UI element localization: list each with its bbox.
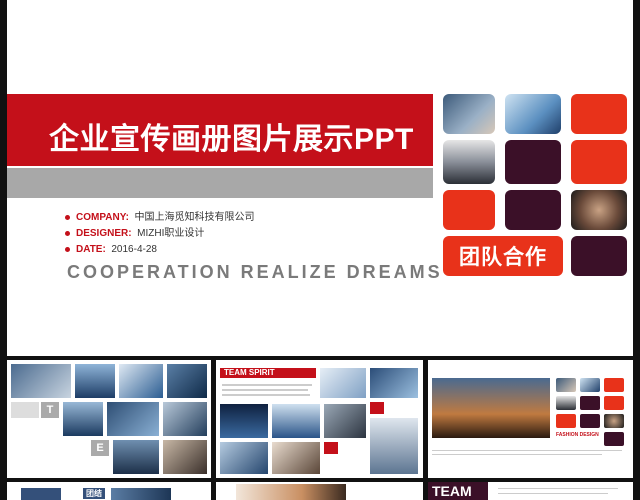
photo bbox=[370, 368, 418, 398]
slide-title: 企业宣传画册图片展示PPT bbox=[49, 123, 414, 156]
photo-team-hands bbox=[571, 190, 627, 230]
main-slide: 企业宣传画册图片展示PPT COMPANY: 中国上海觅知科技有限公司 DESI… bbox=[7, 0, 633, 356]
info-company: COMPANY: 中国上海觅知科技有限公司 bbox=[65, 210, 255, 226]
info-value: 2016-4-28 bbox=[111, 244, 157, 255]
photo-businesspeople bbox=[443, 140, 495, 184]
tile-orange bbox=[443, 190, 495, 230]
photo bbox=[167, 364, 207, 398]
photo bbox=[111, 488, 171, 500]
tile-purple bbox=[571, 236, 627, 276]
photo-graph bbox=[505, 94, 561, 134]
text-line bbox=[222, 389, 308, 391]
text-line bbox=[498, 488, 618, 489]
tile-orange bbox=[571, 94, 627, 134]
photo bbox=[370, 418, 418, 474]
thumb-label: 团结 bbox=[83, 488, 105, 499]
slogan: COOPERATION REALIZE DREAMS bbox=[67, 262, 443, 282]
photo bbox=[11, 402, 39, 418]
photo bbox=[163, 402, 207, 436]
photo bbox=[236, 484, 346, 500]
text-line bbox=[432, 454, 602, 455]
photo bbox=[113, 440, 159, 474]
photo bbox=[556, 378, 576, 392]
info-value: 中国上海觅知科技有限公司 bbox=[134, 212, 255, 223]
tile-purple bbox=[604, 432, 624, 446]
photo bbox=[604, 414, 624, 428]
tile-orange bbox=[604, 378, 624, 392]
text-line bbox=[222, 384, 312, 386]
thumbnail-slide-3[interactable]: FASHION DESIGN bbox=[428, 360, 633, 478]
photo-city bbox=[432, 378, 550, 438]
banner-label: TEAM SPIRIT bbox=[224, 368, 275, 377]
photo bbox=[163, 440, 207, 474]
tile-purple bbox=[505, 140, 561, 184]
photo bbox=[21, 488, 61, 500]
photo bbox=[75, 364, 115, 398]
photo bbox=[272, 404, 320, 438]
tile-orange bbox=[571, 140, 627, 184]
info-value: MIZHI职业设计 bbox=[137, 228, 205, 239]
photo bbox=[11, 364, 71, 398]
text-line bbox=[222, 394, 310, 396]
tile-orange bbox=[604, 396, 624, 410]
thumbnail-slide-6[interactable]: TEAM bbox=[428, 482, 633, 500]
red-block bbox=[370, 402, 384, 414]
photo bbox=[324, 404, 366, 438]
red-block bbox=[324, 442, 338, 454]
photo bbox=[556, 396, 576, 410]
info-designer: DESIGNER: MIZHI职业设计 bbox=[65, 226, 255, 242]
thumbnail-slide-1[interactable]: T E bbox=[7, 360, 211, 478]
photo bbox=[119, 364, 163, 398]
caption: FASHION DESIGN bbox=[556, 432, 599, 438]
text-line bbox=[432, 450, 622, 451]
letter-tile: T bbox=[41, 402, 59, 418]
info-list: COMPANY: 中国上海觅知科技有限公司 DESIGNER: MIZHI职业设… bbox=[65, 210, 255, 258]
text-line bbox=[498, 493, 608, 494]
photo bbox=[272, 442, 320, 474]
photo bbox=[580, 378, 600, 392]
thumbnail-slide-4[interactable]: 团结 bbox=[7, 482, 211, 500]
photo bbox=[220, 404, 268, 438]
photo-handshake bbox=[443, 94, 495, 134]
thumb-label: TEAM bbox=[432, 483, 472, 499]
info-key: DESIGNER: bbox=[76, 228, 132, 239]
thumbnail-slide-5[interactable] bbox=[216, 482, 423, 500]
red-dot-icon bbox=[65, 246, 70, 252]
photo bbox=[320, 368, 366, 398]
red-dot-icon bbox=[65, 214, 70, 220]
thumbnail-slide-2[interactable]: TEAM SPIRIT bbox=[216, 360, 423, 478]
photo bbox=[220, 442, 268, 474]
info-date: DATE: 2016-4-28 bbox=[65, 242, 255, 258]
info-key: COMPANY: bbox=[76, 212, 129, 223]
tile-purple bbox=[580, 396, 600, 410]
photo bbox=[63, 402, 103, 436]
gray-bar bbox=[7, 168, 433, 198]
red-dot-icon bbox=[65, 230, 70, 236]
team-label: 团队合作 bbox=[443, 236, 563, 276]
tile-purple bbox=[505, 190, 561, 230]
tile-orange bbox=[556, 414, 576, 428]
tile-purple bbox=[580, 414, 600, 428]
info-key: DATE: bbox=[76, 244, 106, 255]
photo bbox=[107, 402, 159, 436]
letter-tile: E bbox=[91, 440, 109, 456]
